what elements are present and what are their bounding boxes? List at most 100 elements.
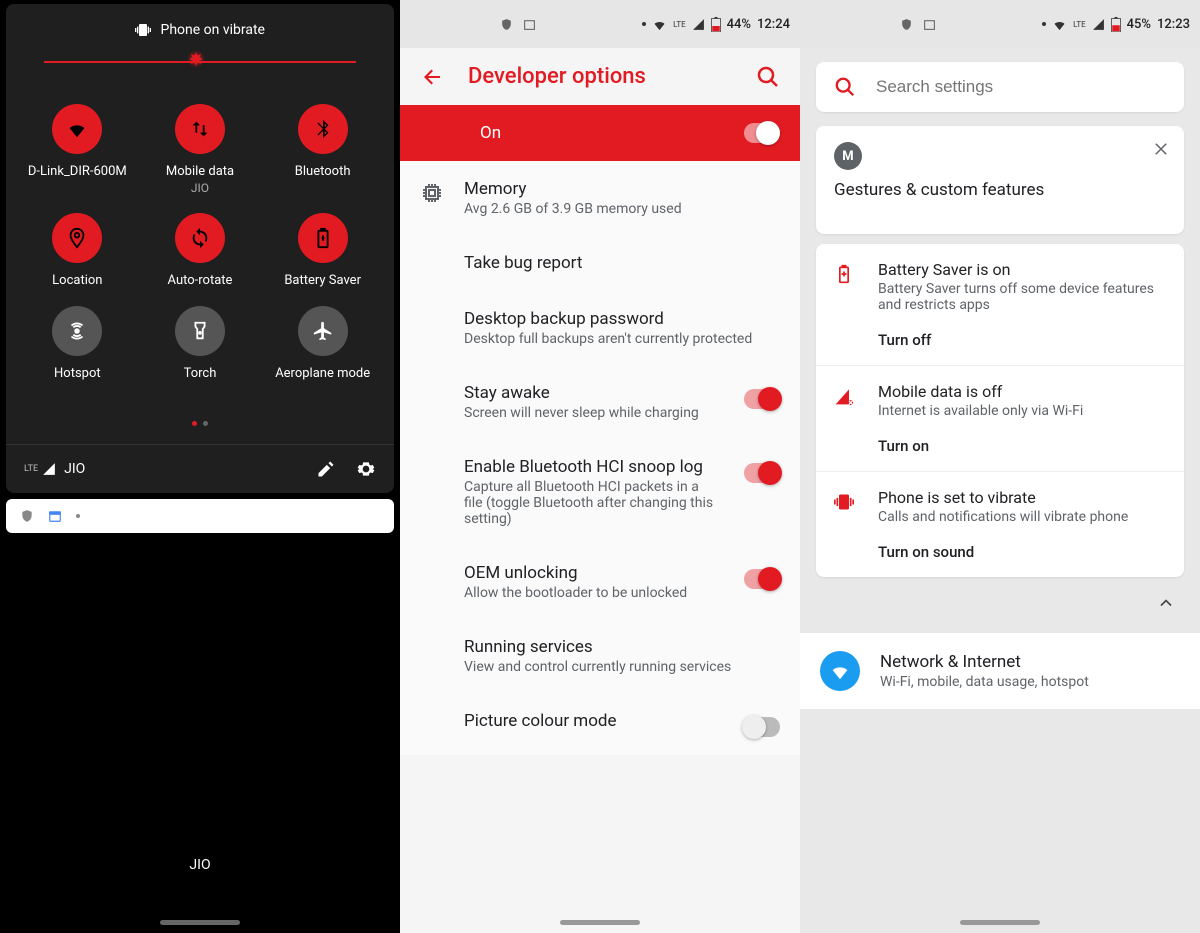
sugg-vibrate[interactable]: Phone is set to vibrateCalls and notific… <box>816 471 1184 577</box>
vibrate-status-row[interactable]: Phone on vibrate <box>6 14 394 50</box>
calendar-icon <box>923 18 936 31</box>
action-turn-on[interactable]: Turn on <box>878 437 1166 455</box>
status-bar: LTE 45% 12:23 <box>800 0 1200 48</box>
tile-wifi[interactable]: D-Link_DIR-600M <box>16 104 139 195</box>
tile-mobile-data[interactable]: Mobile dataJIO <box>139 104 262 195</box>
clock: 12:23 <box>1157 17 1190 32</box>
sugg-battery-saver[interactable]: Battery Saver is onBattery Saver turns o… <box>816 244 1184 365</box>
sugg-mobile-data[interactable]: Mobile data is offInternet is available … <box>816 365 1184 471</box>
brightness-slider[interactable] <box>44 50 356 74</box>
airplane-icon <box>312 320 334 342</box>
notification-bar[interactable] <box>6 499 394 533</box>
close-icon[interactable] <box>1152 140 1170 158</box>
nav-pill[interactable] <box>960 920 1040 925</box>
slider-thumb[interactable] <box>184 50 208 74</box>
tile-airplane[interactable]: Aeroplane mode <box>261 306 384 381</box>
master-switch[interactable] <box>744 123 780 143</box>
memory-icon <box>420 181 444 205</box>
oem-switch[interactable] <box>744 569 780 589</box>
battery-status-icon <box>711 17 721 32</box>
battery-pct: 45% <box>1127 17 1151 32</box>
torch-icon <box>189 320 211 342</box>
data-icon <box>189 118 211 140</box>
nav-pill[interactable] <box>160 920 240 925</box>
item-hci-snoop[interactable]: Enable Bluetooth HCI snoop logCapture al… <box>400 439 800 545</box>
tile-torch[interactable]: Torch <box>139 306 262 381</box>
item-network-internet[interactable]: Network & InternetWi-Fi, mobile, data us… <box>800 633 1200 709</box>
page-title: Developer options <box>468 64 732 89</box>
qs-footer: LTE JIO <box>6 444 394 493</box>
bottom-carrier: JIO <box>0 857 400 873</box>
qs-card: Phone on vibrate D-Link_DIR-600M Mobile … <box>6 4 394 493</box>
action-turn-off[interactable]: Turn off <box>878 331 1166 349</box>
moto-icon: M <box>834 142 862 170</box>
expand-toggle[interactable] <box>800 587 1200 627</box>
item-stay-awake[interactable]: Stay awakeScreen will never sleep while … <box>400 365 800 439</box>
search-icon[interactable] <box>756 65 780 89</box>
lte-label: LTE <box>673 20 686 29</box>
clock: 12:24 <box>757 17 790 32</box>
tile-hotspot[interactable]: Hotspot <box>16 306 139 381</box>
gestures-title: Gestures & custom features <box>834 180 1166 200</box>
search-box[interactable] <box>816 62 1184 112</box>
signal-icon <box>1092 18 1105 31</box>
vibrate-icon <box>834 492 854 512</box>
location-icon <box>66 227 88 249</box>
battery-icon <box>312 227 334 249</box>
carrier-label: JIO <box>64 461 296 477</box>
dev-header: Developer options <box>400 48 800 105</box>
hotspot-icon <box>66 320 88 342</box>
signal-icon <box>42 462 56 476</box>
settings-home-panel: LTE 45% 12:23 M Gestures & custom featur… <box>800 0 1200 933</box>
calendar-icon <box>523 18 536 31</box>
calendar-icon <box>48 509 62 523</box>
search-icon <box>834 76 856 98</box>
bluetooth-icon <box>312 118 334 140</box>
wifi-circle-icon <box>820 651 860 691</box>
signal-off-icon <box>834 386 854 406</box>
action-turn-on-sound[interactable]: Turn on sound <box>878 543 1166 561</box>
suggestion-list: Battery Saver is onBattery Saver turns o… <box>816 244 1184 577</box>
page-indicator <box>6 411 394 444</box>
wifi-status-icon <box>652 17 667 32</box>
item-bug-report[interactable]: Take bug report <box>400 235 800 291</box>
master-toggle-banner[interactable]: On <box>400 105 800 161</box>
shield-icon <box>20 509 34 523</box>
dev-list: MemoryAvg 2.6 GB of 3.9 GB memory used T… <box>400 161 800 755</box>
chevron-up-icon <box>1156 593 1176 613</box>
shield-icon <box>900 18 913 31</box>
developer-options-panel: LTE 44% 12:24 Developer options On Memor… <box>400 0 800 933</box>
lte-label: LTE <box>24 464 38 474</box>
tile-grid: D-Link_DIR-600M Mobile dataJIO Bluetooth… <box>6 94 394 411</box>
stay-awake-switch[interactable] <box>744 389 780 409</box>
gestures-card[interactable]: M Gestures & custom features <box>816 126 1184 234</box>
dot-icon <box>76 514 80 518</box>
tile-auto-rotate[interactable]: Auto-rotate <box>139 213 262 288</box>
item-picture-colour[interactable]: Picture colour mode <box>400 693 800 755</box>
gear-icon[interactable] <box>356 459 376 479</box>
wifi-status-icon <box>1052 17 1067 32</box>
lte-label: LTE <box>1073 20 1086 29</box>
item-running-services[interactable]: Running servicesView and control current… <box>400 619 800 693</box>
tile-battery-saver[interactable]: Battery Saver <box>261 213 384 288</box>
rotate-icon <box>189 227 211 249</box>
wifi-icon <box>66 118 88 140</box>
tile-bluetooth[interactable]: Bluetooth <box>261 104 384 195</box>
quick-settings-panel: Phone on vibrate D-Link_DIR-600M Mobile … <box>0 0 400 933</box>
vibrate-label: Phone on vibrate <box>161 22 265 38</box>
tile-location[interactable]: Location <box>16 213 139 288</box>
hci-switch[interactable] <box>744 463 780 483</box>
on-label: On <box>480 123 501 143</box>
edit-icon[interactable] <box>316 459 336 479</box>
search-input[interactable] <box>876 77 1166 97</box>
colour-switch[interactable] <box>744 717 780 737</box>
status-bar: LTE 44% 12:24 <box>400 0 800 48</box>
item-backup-password[interactable]: Desktop backup passwordDesktop full back… <box>400 291 800 365</box>
nav-pill[interactable] <box>560 920 640 925</box>
battery-status-icon <box>1111 17 1121 32</box>
back-icon[interactable] <box>420 65 444 89</box>
item-oem-unlocking[interactable]: OEM unlockingAllow the bootloader to be … <box>400 545 800 619</box>
signal-icon <box>692 18 705 31</box>
item-memory[interactable]: MemoryAvg 2.6 GB of 3.9 GB memory used <box>400 161 800 235</box>
vibrate-icon <box>135 22 151 38</box>
